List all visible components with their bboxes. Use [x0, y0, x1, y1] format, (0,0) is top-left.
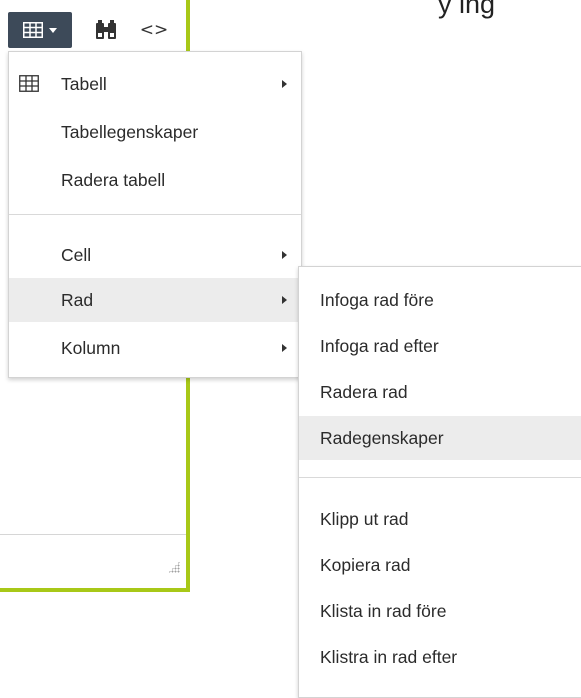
menu-separator	[299, 477, 581, 478]
menu-item-infoga-rad-fore[interactable]: Infoga rad före	[299, 278, 581, 322]
menu-item-label: Radera tabell	[61, 169, 166, 190]
menu-item-infoga-rad-efter[interactable]: Infoga rad efter	[299, 324, 581, 368]
resize-handle-icon[interactable]	[168, 561, 180, 573]
partial-heading: y ing	[438, 0, 496, 19]
menu-item-klista-in-rad-fore[interactable]: Klista in rad före	[299, 589, 581, 633]
menu-separator	[9, 214, 301, 215]
chevron-right-icon	[282, 80, 287, 88]
menu-item-label: Kolumn	[61, 337, 121, 358]
menu-item-tabellegenskaper[interactable]: Tabellegenskaper	[9, 110, 301, 154]
row-submenu: Infoga rad före Infoga rad efter Radera …	[298, 266, 581, 698]
menu-item-label: Infoga rad efter	[320, 335, 439, 356]
menu-item-label: Radegenskaper	[320, 427, 444, 448]
menu-item-label: Klipp ut rad	[320, 508, 409, 529]
table-dropdown-menu: Tabell Tabellegenskaper Radera tabell Ce…	[8, 51, 302, 378]
menu-item-rad[interactable]: Rad	[9, 278, 301, 322]
menu-item-radegenskaper[interactable]: Radegenskaper	[299, 416, 581, 460]
menu-item-tabell[interactable]: Tabell	[9, 62, 301, 106]
menu-item-klistra-in-rad-efter[interactable]: Klistra in rad efter	[299, 635, 581, 679]
menu-item-label: Infoga rad före	[320, 289, 434, 310]
menu-item-label: Tabell	[61, 73, 107, 94]
menu-item-radera-tabell[interactable]: Radera tabell	[9, 158, 301, 202]
menu-item-radera-rad[interactable]: Radera rad	[299, 370, 581, 414]
menu-item-label: Klista in rad före	[320, 600, 447, 621]
table-icon	[23, 22, 43, 38]
chevron-right-icon	[282, 251, 287, 259]
menu-item-label: Rad	[61, 289, 94, 310]
menu-item-kopiera-rad[interactable]: Kopiera rad	[299, 543, 581, 587]
source-code-icon: <>	[139, 20, 169, 40]
menu-item-label: Tabellegenskaper	[61, 121, 199, 142]
binoculars-icon	[96, 20, 116, 39]
menu-item-label: Kopiera rad	[320, 554, 411, 575]
chevron-right-icon	[282, 296, 287, 304]
chevron-right-icon	[282, 344, 287, 352]
menu-item-label: Klistra in rad efter	[320, 646, 458, 667]
menu-item-kolumn[interactable]: Kolumn	[9, 326, 301, 370]
find-replace-button[interactable]	[92, 12, 120, 48]
menu-item-cell[interactable]: Cell	[9, 233, 301, 277]
editor-statusbar	[0, 534, 186, 581]
source-code-button[interactable]: <>	[138, 12, 170, 48]
menu-item-klipp-ut-rad[interactable]: Klipp ut rad	[299, 497, 581, 541]
menu-item-label: Radera rad	[320, 381, 408, 402]
table-icon	[19, 75, 39, 92]
table-menu-button[interactable]	[8, 12, 72, 48]
menu-item-label: Cell	[61, 244, 92, 265]
chevron-down-icon	[49, 27, 57, 33]
